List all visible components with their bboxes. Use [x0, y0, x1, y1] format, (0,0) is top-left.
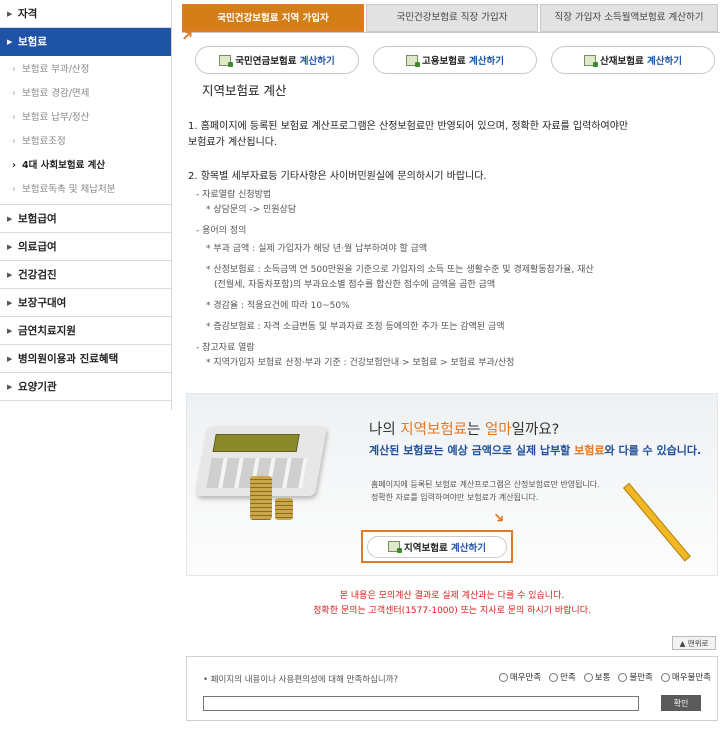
tab-divider	[182, 32, 720, 33]
info-item: * 경감율 : 적용요건에 따라 10~50%	[206, 301, 350, 311]
radio-button[interactable]	[660, 672, 670, 682]
nav-item-care-institutions[interactable]: ▶ 요양기관	[0, 373, 171, 401]
main-content: 지역보험료 계산 1. 홈페이지에 등록된 보험료 계산프로그램은 산정보험료만…	[188, 78, 718, 371]
survey-comment-input[interactable]	[203, 696, 639, 711]
info-item: * 부과 금액 : 실제 가입자가 해당 년·월 납부하여야 할 금액	[206, 244, 428, 254]
satisfaction-survey: • 페이지의 내용이나 사용편의성에 대해 만족하십니까? 매우만족 만족 보통…	[186, 656, 718, 721]
info-group-title: - 참고자료 열람	[196, 343, 255, 353]
regional-calc-highlight: 지역보험료 계산하기	[361, 530, 513, 563]
arrow-up-icon: ▲	[679, 638, 686, 648]
nav-item-hospital-use[interactable]: ▶ 병의원이용과 진료혜택	[0, 345, 171, 373]
regional-calc-banner: 나의 지역보험료는 얼마일까요? 계산된 보험료는 예상 금액으로 실제 납부할…	[186, 393, 718, 576]
coin-stack-illustration	[250, 476, 272, 520]
survey-question: • 페이지의 내용이나 사용편의성에 대해 만족하십니까?	[203, 675, 399, 685]
nav-item-qualification[interactable]: ▶ 자격	[0, 0, 171, 28]
notice-paragraph-2: 2. 항목별 세부자료등 기타사항은 사이버민원실에 문의하시기 바랍니다.	[188, 171, 487, 182]
radio-button[interactable]	[498, 672, 508, 682]
banner-description: 홈페이지에 등록된 보험료 계산프로그램은 산정보험료만 반영됩니다. 정확한 자…	[371, 480, 600, 502]
subnav-item-insurance-calc[interactable]: › 4대 사회보험료 계산	[0, 154, 171, 178]
calculator-icon	[388, 541, 402, 553]
survey-submit-button[interactable]: 확인	[661, 695, 701, 711]
radio-button[interactable]	[618, 672, 628, 682]
info-item: * 상담문의 -> 민원상담	[206, 205, 297, 215]
subnav-item-adjustment[interactable]: › 보험료조정	[0, 130, 171, 154]
nav-item-premium[interactable]: ▶ 보험료	[0, 28, 171, 56]
tab-regional-subscriber[interactable]: 국민건강보험료 지역 가입자	[182, 4, 364, 32]
calculator-icon	[584, 54, 598, 67]
back-to-top-button[interactable]: ▲ 맨위로	[672, 636, 716, 650]
notice-paragraph-1: 1. 홈페이지에 등록된 보험료 계산프로그램은 산정보험료만 반영되어 있으며…	[188, 121, 629, 148]
triangle-right-icon: ▶	[7, 299, 13, 307]
regional-calc-button[interactable]: 지역보험료 계산하기	[367, 535, 507, 558]
calculator-tabs: 국민건강보험료 지역 가입자 국민건강보험료 직장 가입자 직장 가입자 소득월…	[182, 4, 720, 32]
calculator-icon	[406, 54, 420, 67]
survey-option-neutral[interactable]: 보통	[583, 671, 610, 683]
triangle-right-icon: ▶	[7, 38, 13, 46]
nav-item-equipment-rental[interactable]: ▶ 보장구대여	[0, 289, 171, 317]
coin-stack-illustration	[275, 498, 293, 520]
triangle-right-icon: ▶	[7, 271, 13, 279]
info-group-title: - 용어의 정의	[196, 226, 247, 236]
info-group-title: - 자료열람 신청방법	[196, 190, 272, 200]
arrow-annotation-icon: ➜	[489, 508, 509, 528]
subnav-item-levy[interactable]: › 보험료 부과/산정	[0, 58, 171, 82]
tab-workplace-subscriber[interactable]: 국민건강보험료 직장 가입자	[366, 4, 538, 32]
left-nav-menu: ▶ 자격 ▶ 보험료 › 보험료 부과/산정 › 보험료 경감/면제 › 보험료 납부/정…	[0, 0, 172, 410]
triangle-right-icon: ▶	[7, 215, 13, 223]
subnav-item-payment[interactable]: › 보험료 납부/정산	[0, 106, 171, 130]
nav-item-medical-aid[interactable]: ▶ 의료급여	[0, 233, 171, 261]
calculator-icon	[219, 54, 234, 67]
pension-calc-button[interactable]: 국민연금보험료 계산하기	[195, 46, 359, 74]
banner-title: 나의 지역보험료는 얼마일까요?	[369, 422, 560, 438]
info-item: * 산정보험료 : 소득금액 연 500만원을 기준으로 가입자의 소득 또는 …	[206, 265, 594, 275]
triangle-right-icon: ▶	[7, 243, 13, 251]
survey-option-very-satisfied[interactable]: 매우만족	[498, 671, 541, 683]
info-item: * 증감보험료 : 자격 소급변동 및 부과자료 조정 등에의한 추가 또는 감…	[206, 322, 505, 332]
industrial-accident-calc-button[interactable]: 산재보험료 계산하기	[551, 46, 715, 74]
triangle-right-icon: ▶	[7, 383, 13, 391]
subnav-item-reduction[interactable]: › 보험료 경감/면제	[0, 82, 171, 106]
disclaimer-line-1: 본 내용은 모의계산 결과로 실제 계산과는 다를 수 있습니다.	[339, 591, 565, 601]
survey-options: 매우만족 만족 보통 불만족 매우불만족	[498, 671, 711, 683]
banner-subtitle: 계산된 보험료는 예상 금액으로 실제 납부할 보험료와 다를 수 있습니다.	[369, 444, 702, 457]
survey-option-very-dissatisfied[interactable]: 매우불만족	[660, 671, 711, 683]
section-title: 지역보험료 계산	[202, 83, 287, 98]
nav-item-smoking-cessation[interactable]: ▶ 금연치료지원	[0, 317, 171, 345]
nav-item-health-checkup[interactable]: ▶ 건강검진	[0, 261, 171, 289]
nav-submenu-premium: › 보험료 부과/산정 › 보험료 경감/면제 › 보험료 납부/정산 › 보험료조정 …	[0, 56, 171, 205]
other-calculators: 국민연금보험료 계산하기 고용보험료 계산하기 산재보험료 계산하기	[195, 46, 715, 74]
triangle-right-icon: ▶	[7, 355, 13, 363]
nav-item-benefits[interactable]: ▶ 보험급여	[0, 205, 171, 233]
triangle-right-icon: ▶	[7, 10, 13, 18]
info-item: * 지역가입자 보험료 산정·부과 기준 : 건강보험안내 > 보험료 > 보험…	[206, 358, 515, 368]
employment-calc-button[interactable]: 고용보험료 계산하기	[373, 46, 537, 74]
radio-button[interactable]	[583, 672, 593, 682]
radio-button[interactable]	[549, 672, 559, 682]
subnav-item-arrears[interactable]: › 보험료독촉 및 체납처분	[0, 178, 171, 202]
survey-option-dissatisfied[interactable]: 불만족	[618, 671, 653, 683]
tab-monthly-income-premium[interactable]: 직장 가입자 소득월액보험료 계산하기	[540, 4, 718, 32]
info-item-cont: (전월세, 자동차포함)의 부과요소별 점수를 합산한 점수에 금액을 곱한 금…	[214, 280, 496, 290]
survey-option-satisfied[interactable]: 만족	[549, 671, 576, 683]
disclaimer-line-2: 정확한 문의는 고객센터(1577-1000) 또는 지사로 문의 하시기 바랍…	[313, 606, 591, 616]
pencil-illustration	[623, 482, 691, 562]
triangle-right-icon: ▶	[7, 327, 13, 335]
